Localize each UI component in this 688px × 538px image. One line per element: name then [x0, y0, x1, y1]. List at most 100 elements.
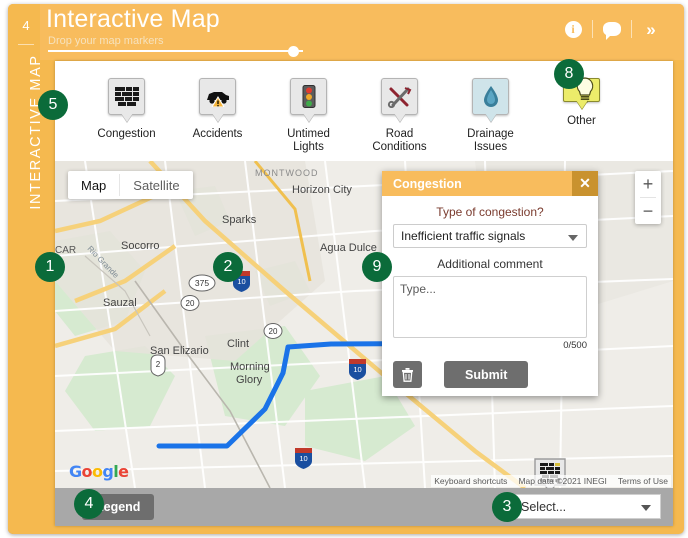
category-label-line2: Conditions	[372, 141, 426, 153]
spacer	[393, 248, 587, 257]
category-label: Other	[567, 115, 596, 128]
callout-badge-4: 4	[74, 489, 104, 519]
untimed-lights-pin	[290, 78, 327, 115]
callout-badge-5: 5	[38, 90, 68, 120]
map-type-switcher[interactable]: Map Satellite	[68, 171, 193, 199]
callout-badge-8: 8	[554, 59, 584, 89]
svg-text:10: 10	[299, 454, 307, 463]
svg-text:Morning: Morning	[230, 361, 270, 373]
dialog-body: Type of congestion? Inefficient traffic …	[382, 196, 598, 388]
category-drainage-issues[interactable]: Drainage Issues	[445, 78, 536, 153]
category-congestion[interactable]: Congestion	[81, 78, 172, 141]
close-icon[interactable]: ✕	[572, 171, 598, 196]
dialog-header: Congestion ✕	[382, 171, 598, 196]
water-drop-icon	[482, 85, 500, 109]
svg-text:20: 20	[269, 327, 278, 336]
type-of-congestion-label: Type of congestion?	[393, 205, 587, 219]
comment-button[interactable]	[593, 17, 631, 41]
congestion-type-value: Inefficient traffic signals	[401, 229, 525, 243]
svg-text:10: 10	[353, 365, 361, 374]
additional-comment-label: Additional comment	[393, 257, 587, 271]
chevron-down-icon	[641, 505, 651, 511]
car-crash-icon	[205, 87, 231, 107]
delete-button[interactable]	[393, 361, 422, 388]
congestion-type-select[interactable]: Inefficient traffic signals	[393, 224, 587, 248]
zoom-in-button[interactable]: +	[635, 171, 661, 197]
callout-badge-1: 1	[35, 252, 65, 282]
progress-track[interactable]	[48, 50, 303, 52]
logo-letter: g	[102, 462, 113, 481]
layer-select[interactable]: Select...	[513, 494, 661, 519]
svg-text:Horizon City: Horizon City	[292, 184, 352, 196]
logo-letter: G	[69, 462, 82, 481]
callout-badge-2: 2	[213, 252, 243, 282]
map-type-map[interactable]: Map	[68, 171, 119, 199]
category-label: Drainage Issues	[467, 128, 514, 153]
expand-button[interactable]: »	[632, 17, 670, 41]
google-logo: Google	[69, 462, 128, 481]
app-header: Interactive Map Drop your map markers i …	[40, 4, 684, 60]
congestion-pin	[108, 78, 145, 115]
terms-of-use-link[interactable]: Terms of Use	[618, 476, 668, 486]
rail-step-number: 4	[16, 18, 36, 33]
svg-text:Socorro: Socorro	[121, 240, 160, 252]
page-title: Interactive Map	[46, 5, 220, 34]
map-attribution: Keyboard shortcuts Map data ©2021 INEGI …	[431, 475, 671, 487]
layer-select-value: Select...	[521, 500, 566, 514]
category-other[interactable]: Other	[536, 78, 627, 128]
info-icon: i	[565, 21, 582, 38]
brick-icon	[115, 87, 139, 106]
category-label: Untimed Lights	[287, 128, 330, 153]
category-label-line2: Lights	[293, 141, 324, 153]
character-counter: 0/500	[393, 340, 587, 351]
drainage-pin	[472, 78, 509, 115]
accidents-pin	[199, 78, 236, 115]
category-label: Congestion	[97, 128, 155, 141]
zoom-out-button[interactable]: −	[635, 198, 661, 224]
rail-label: INTERACTIVE MAP	[28, 52, 44, 212]
map-type-satellite[interactable]: Satellite	[120, 171, 192, 199]
svg-text:Agua Dulce: Agua Dulce	[320, 242, 377, 254]
svg-text:20: 20	[186, 299, 195, 308]
svg-text:2: 2	[156, 360, 161, 369]
additional-comment-input[interactable]: Type...	[393, 276, 587, 338]
keyboard-shortcuts-link[interactable]: Keyboard shortcuts	[434, 476, 507, 486]
logo-letter: o	[82, 462, 92, 481]
svg-text:MONTWOOD: MONTWOOD	[255, 168, 319, 178]
rail-divider	[18, 44, 34, 45]
svg-text:Clint: Clint	[227, 338, 249, 350]
page-subtitle: Drop your map markers	[48, 35, 164, 47]
svg-text:Sparks: Sparks	[222, 214, 257, 226]
logo-letter: e	[118, 462, 128, 481]
svg-text:San Elizario: San Elizario	[150, 345, 209, 357]
tools-icon	[387, 86, 412, 108]
submit-button[interactable]: Submit	[444, 361, 528, 388]
dialog-actions: Submit	[393, 361, 587, 388]
map-data-text: Map data ©2021 INEGI	[518, 476, 606, 486]
callout-badge-9: 9	[362, 252, 392, 282]
category-label-line2: Issues	[474, 141, 507, 153]
trash-icon	[401, 367, 414, 382]
category-label: Accidents	[193, 128, 243, 141]
category-accidents[interactable]: Accidents	[172, 78, 263, 141]
header-icon-group: i »	[554, 17, 670, 41]
road-conditions-pin	[381, 78, 418, 115]
expand-icon: »	[646, 21, 655, 38]
svg-text:Sauzal: Sauzal	[103, 297, 137, 309]
traffic-light-icon	[302, 85, 316, 108]
congestion-dialog: Congestion ✕ Type of congestion? Ineffic…	[382, 171, 598, 396]
chevron-down-icon	[568, 235, 578, 241]
dialog-title: Congestion	[393, 177, 462, 191]
category-untimed-lights[interactable]: Untimed Lights	[263, 78, 354, 153]
category-label-line1: Drainage	[467, 128, 514, 140]
category-label-line1: Untimed	[287, 128, 330, 140]
category-label: Road Conditions	[372, 128, 426, 153]
map-zoom-controls[interactable]: + −	[635, 171, 661, 224]
info-button[interactable]: i	[554, 17, 592, 41]
category-road-conditions[interactable]: Road Conditions	[354, 78, 445, 153]
progress-knob[interactable]	[288, 46, 299, 57]
logo-letter: o	[92, 462, 102, 481]
category-label-line1: Road	[386, 128, 414, 140]
callout-badge-3: 3	[492, 492, 522, 522]
svg-text:Glory: Glory	[236, 374, 263, 386]
